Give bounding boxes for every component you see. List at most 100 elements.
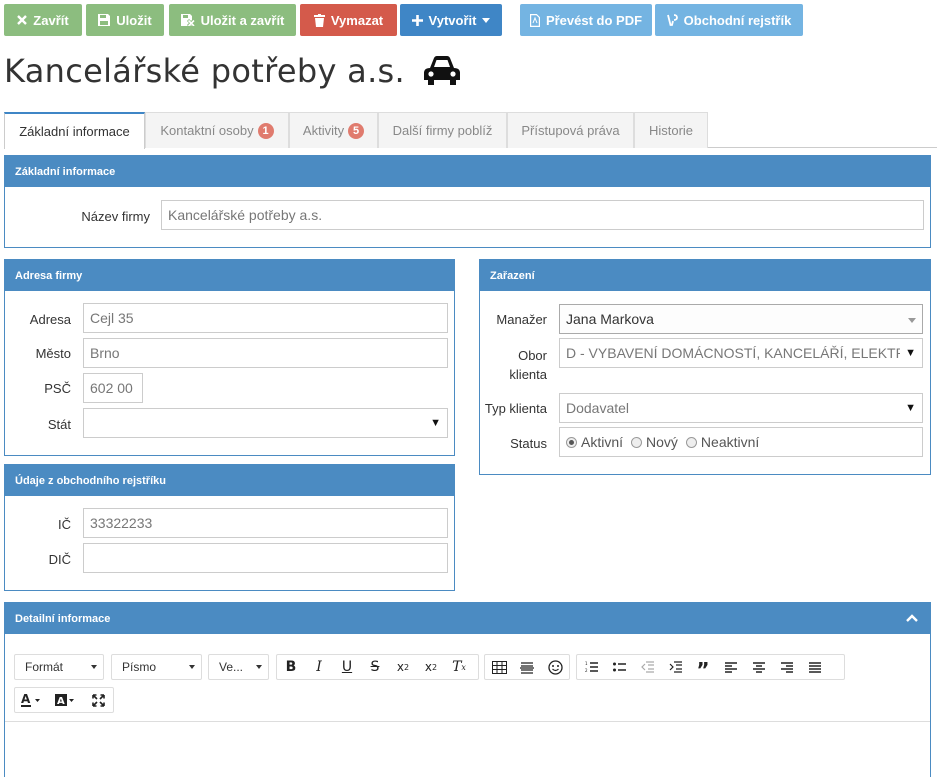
outdent-icon[interactable] (633, 655, 661, 679)
align-center-icon[interactable] (745, 655, 773, 679)
zip-input[interactable]: 602 00 (83, 373, 143, 403)
delete-button[interactable]: Vymazat (300, 4, 397, 36)
trash-icon (313, 13, 325, 27)
pdf-file-icon (529, 13, 540, 27)
svg-text:2: 2 (585, 668, 588, 673)
company-name-label: Název firmy (81, 209, 150, 224)
blockquote-icon[interactable]: ” (689, 655, 717, 682)
city-input[interactable]: Brno (83, 338, 448, 368)
classification-panel: Zařazení Manažer Jana Markova Obor klien… (479, 259, 931, 475)
status-option-active[interactable]: Aktivní (566, 434, 623, 450)
create-dropdown-button[interactable]: Vytvořit (400, 4, 502, 36)
underline-button[interactable]: U (333, 655, 361, 679)
panel-heading: Údaje z obchodního rejstříku (5, 465, 454, 496)
align-left-icon[interactable] (717, 655, 745, 679)
horizontal-line-icon[interactable] (513, 655, 541, 679)
client-field-select[interactable]: D - VYBAVENÍ DOMÁCNOSTÍ, KANCELÁŘÍ, ELEK… (559, 338, 923, 368)
tab-nearby-companies[interactable]: Další firmy poblíž (378, 112, 507, 148)
country-label: Stát (47, 417, 71, 432)
dropdown-arrow-icon: ▼ (430, 417, 441, 429)
smiley-icon[interactable] (541, 655, 569, 679)
manager-value: Jana Markova (566, 311, 654, 327)
status-radio-group: Aktivní Nový Neaktivní (559, 427, 923, 457)
save-and-close-button[interactable]: Uložit a zavřít (169, 4, 296, 36)
maximize-icon[interactable] (83, 688, 113, 712)
create-button-label: Vytvořit (428, 12, 477, 28)
save-button[interactable]: Uložit (86, 4, 164, 36)
close-button[interactable]: Zavřít (4, 4, 82, 36)
rich-text-editor-area[interactable] (5, 722, 930, 782)
indent-icon[interactable] (661, 655, 689, 679)
svg-text:A: A (21, 693, 31, 706)
manager-select[interactable]: Jana Markova (559, 304, 923, 334)
radio-button[interactable] (685, 436, 697, 448)
tab-basic-info[interactable]: Základní informace (4, 112, 145, 149)
chevron-up-icon[interactable] (906, 614, 918, 622)
status-option-inactive[interactable]: Neaktivní (685, 434, 759, 450)
italic-button[interactable]: I (305, 655, 333, 679)
registry-icon (666, 14, 678, 26)
client-type-value: Dodavatel (566, 400, 630, 416)
ic-input[interactable]: 33322233 (83, 508, 448, 538)
background-color-icon[interactable]: A (49, 688, 83, 712)
justify-icon[interactable] (801, 655, 829, 679)
caret-down-icon (189, 665, 195, 669)
status-option-label: Nový (646, 434, 678, 450)
bullet-list-icon[interactable] (605, 655, 633, 679)
superscript-button[interactable]: x2 (417, 655, 445, 679)
status-option-new[interactable]: Nový (631, 434, 678, 450)
subscript-button[interactable]: x2 (389, 655, 417, 679)
client-field-label: Obor klienta (480, 346, 547, 384)
panel-heading: Základní informace (5, 156, 930, 187)
export-pdf-button[interactable]: Převést do PDF (520, 4, 652, 36)
tab-label: Základní informace (19, 124, 130, 139)
tab-label: Historie (648, 123, 694, 138)
basic-info-panel: Základní informace Název firmy Kancelářs… (4, 155, 931, 248)
client-type-select[interactable]: Dodavatel ▼ (559, 393, 923, 423)
tab-label: Další firmy poblíž (392, 123, 493, 138)
company-name-input[interactable]: Kancelářské potřeby a.s. (161, 200, 924, 230)
color-group: A A (14, 687, 114, 713)
font-dropdown[interactable]: Písmo (111, 654, 202, 680)
tab-access-rights[interactable]: Přístupová práva (507, 112, 634, 148)
country-select[interactable]: ▼ (83, 408, 448, 438)
registry-panel: Údaje z obchodního rejstříku IČ 33322233… (4, 464, 455, 591)
ic-label: IČ (58, 517, 71, 532)
dic-input[interactable] (83, 543, 448, 573)
caret-down-icon (482, 17, 491, 23)
strikethrough-button[interactable]: S (361, 655, 389, 679)
clear-format-button[interactable]: Tx (445, 655, 473, 679)
paragraph-group: 12 ” (576, 654, 845, 682)
radio-button[interactable] (566, 436, 577, 448)
save-and-close-label: Uložit a zavřít (200, 12, 285, 28)
manager-label: Manažer (496, 312, 547, 327)
tab-history[interactable]: Historie (634, 112, 708, 148)
align-right-icon[interactable] (773, 655, 801, 679)
dropdown-arrow-icon: ▼ (905, 402, 916, 414)
insert-group (484, 654, 570, 680)
close-icon (17, 15, 28, 25)
client-field-value: D - VYBAVENÍ DOMÁCNOSTÍ, KANCELÁŘÍ, ELEK… (566, 345, 900, 361)
panel-heading: Adresa firmy (5, 260, 454, 291)
tab-label: Aktivity (302, 123, 345, 138)
tab-contacts[interactable]: Kontaktní osoby 1 (145, 112, 289, 148)
numbered-list-icon[interactable]: 12 (577, 655, 605, 679)
delete-button-label: Vymazat (330, 12, 384, 28)
close-button-label: Zavřít (33, 12, 69, 28)
table-icon[interactable] (485, 655, 513, 679)
bold-button[interactable]: B (277, 655, 305, 679)
text-color-icon[interactable]: A (15, 688, 49, 712)
street-input[interactable]: Cejl 35 (83, 303, 448, 333)
radio-button[interactable] (631, 436, 643, 448)
format-dropdown[interactable]: Formát (14, 654, 104, 680)
size-dropdown[interactable]: Ve... (208, 654, 269, 680)
format-label: Formát (25, 660, 64, 674)
text-style-group: B I U S x2 x2 Tx (276, 654, 479, 680)
tab-activities[interactable]: Aktivity 5 (289, 112, 378, 148)
street-label: Adresa (29, 312, 71, 327)
save-button-label: Uložit (116, 12, 152, 28)
business-registry-button[interactable]: Obchodní rejstřík (655, 4, 803, 36)
plus-icon (411, 14, 423, 26)
tab-bar: Základní informace Kontaktní osoby 1 Akt… (4, 112, 937, 149)
caret-down-icon (91, 665, 97, 669)
